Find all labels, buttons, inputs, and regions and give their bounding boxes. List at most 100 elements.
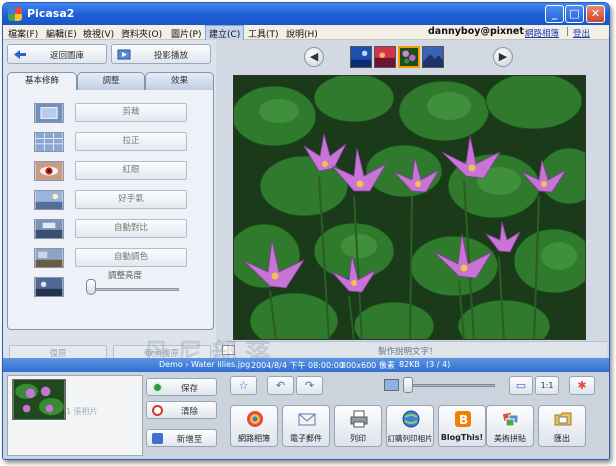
menu-edit[interactable]: 編輯(E)	[43, 26, 80, 41]
straighten-button[interactable]: 拉正	[75, 132, 187, 151]
menu-tools[interactable]: 工具(T)	[245, 26, 282, 41]
photo-position: (3 / 4)	[426, 360, 451, 369]
web-album-link[interactable]: 網路相簿	[525, 27, 559, 39]
right-arrow-icon: ▶	[498, 50, 508, 63]
straighten-icon	[34, 132, 64, 152]
clear-button[interactable]: 清除	[146, 401, 217, 419]
feeling-lucky-icon	[34, 190, 64, 210]
fix-row-auto-color: 自動調色	[8, 246, 215, 270]
printer-icon	[350, 410, 368, 428]
filmstrip-thumb-1[interactable]	[350, 46, 372, 68]
order-prints-action[interactable]: 訂購列印相片	[386, 405, 434, 447]
main-photo[interactable]	[233, 75, 586, 340]
previous-photo-button[interactable]: ◀	[304, 47, 324, 67]
menu-view[interactable]: 檢視(V)	[80, 26, 117, 41]
auto-color-icon	[34, 248, 64, 268]
filmstrip-thumb-2[interactable]	[374, 46, 396, 68]
next-photo-button[interactable]: ▶	[493, 47, 513, 67]
star-button[interactable]: ☆	[230, 376, 257, 395]
menu-help[interactable]: 說明(H)	[283, 26, 321, 41]
window-title: Picasa2	[27, 7, 75, 20]
crop-icon	[34, 103, 64, 123]
slideshow-button[interactable]: 投影播放	[111, 44, 211, 64]
tab-basic-fixes[interactable]: 基本修飾	[7, 72, 77, 91]
svg-text:B: B	[459, 413, 468, 427]
crop-button[interactable]: 剪裁	[75, 103, 187, 122]
menu-folder[interactable]: 資料夾(O)	[118, 26, 165, 41]
minimize-button[interactable]: _	[545, 5, 564, 23]
rotate-left-button[interactable]: ↶	[267, 376, 294, 395]
add-to-button[interactable]: 新增至	[146, 429, 217, 447]
auto-contrast-icon	[34, 219, 64, 239]
photo-tray: 1 張相片 保存 清除 新增至 ☆ ↶ ↷ ▭ 1:1 ✱ 網路相簿 電子郵件 …	[3, 372, 609, 459]
caption-placeholder: 製作說明文字！	[378, 347, 438, 357]
blogthis-action[interactable]: B BlogThis!	[438, 405, 486, 447]
add-to-label: 新增至	[176, 435, 203, 445]
fit-view-button[interactable]: ▭	[509, 376, 533, 395]
blogger-icon: B	[455, 411, 471, 427]
fit-view-icon: ▭	[515, 379, 527, 392]
rotate-right-icon: ↷	[304, 379, 315, 392]
picasa-app-icon	[8, 7, 22, 21]
slideshow-label: 投影播放	[153, 51, 188, 61]
back-to-library-label: 返回圖庫	[49, 51, 84, 61]
web-album-action[interactable]: 網路相簿	[230, 405, 278, 447]
clear-icon	[152, 405, 163, 416]
selection-tray: 1 張相片	[7, 375, 143, 456]
menu-file[interactable]: 檔案(F)	[5, 26, 41, 41]
actual-size-button[interactable]: 1:1	[535, 376, 559, 395]
tray-thumbnail[interactable]	[12, 379, 66, 420]
album-icon	[152, 433, 163, 444]
photo-path: Demo › Water lilies.jpg	[159, 360, 251, 369]
fix-row-red-eye: 紅眼	[8, 159, 215, 183]
menu-picture[interactable]: 圖片(P)	[168, 26, 204, 41]
tab-effects[interactable]: 效果	[145, 72, 214, 90]
water-lilies-image	[234, 76, 585, 339]
photo-dimensions: 800x600 像素	[341, 361, 395, 370]
filmstrip-thumb-3-selected[interactable]	[398, 46, 420, 68]
email-action[interactable]: 電子郵件	[282, 405, 330, 447]
edit-panel: 返回圖庫 投影播放 基本修飾 調整 效果 剪裁 拉正 紅眼 好手氣 自動對比 自…	[3, 40, 216, 363]
photo-date: 2004/8/4 下午 08:00:00	[251, 361, 344, 370]
red-eye-button[interactable]: 紅眼	[75, 161, 187, 180]
hold-button[interactable]: 保存	[146, 378, 217, 396]
collage-action-label: 美術拼貼	[494, 434, 526, 443]
left-arrow-icon: ◀	[309, 50, 319, 63]
photo-info-bar: Demo › Water lilies.jpg 2004/8/4 下午 08:0…	[3, 358, 609, 372]
clear-label: 清除	[180, 407, 198, 417]
feeling-lucky-button[interactable]: 好手氣	[75, 190, 187, 209]
print-action[interactable]: 列印	[334, 405, 382, 447]
picasa-logo-icon: ✱	[577, 379, 587, 392]
blogthis-action-label: BlogThis!	[440, 433, 484, 442]
auto-color-button[interactable]: 自動調色	[75, 248, 187, 267]
export-action-label: 匯出	[554, 434, 570, 443]
rotate-left-icon: ↶	[275, 379, 286, 392]
zoom-slider-thumb[interactable]	[403, 377, 413, 393]
fix-row-straighten: 拉正	[8, 130, 215, 154]
export-folder-icon	[554, 412, 572, 426]
back-arrow-icon	[14, 50, 26, 59]
fix-row-feeling-lucky: 好手氣	[8, 188, 215, 212]
menu-bar: 檔案(F) 編輯(E) 檢視(V) 資料夾(O) 圖片(P) 建立(C) 工具(…	[3, 25, 609, 42]
fill-light-slider-thumb[interactable]	[86, 279, 96, 295]
logout-link[interactable]: 登出	[573, 27, 590, 39]
web-album-action-label: 網路相簿	[238, 434, 270, 443]
globe-icon	[402, 410, 420, 428]
fill-light-slider-track[interactable]	[91, 288, 179, 291]
close-button[interactable]: ✕	[586, 5, 605, 23]
export-action[interactable]: 匯出	[538, 405, 586, 447]
photo-viewer: ◀ ▶ 製作說明文字！	[216, 40, 609, 358]
filmstrip-thumb-4[interactable]	[422, 46, 444, 68]
zoom-slider-track[interactable]	[408, 384, 495, 387]
zoom-icon	[384, 379, 399, 391]
fix-row-crop: 剪裁	[8, 101, 215, 125]
slideshow-icon	[117, 49, 131, 60]
rotate-right-button[interactable]: ↷	[296, 376, 323, 395]
picasa-color-button[interactable]: ✱	[569, 376, 595, 395]
order-prints-action-label: 訂購列印相片	[387, 434, 433, 443]
auto-contrast-button[interactable]: 自動對比	[75, 219, 187, 238]
back-to-library-button[interactable]: 返回圖庫	[7, 44, 107, 64]
maximize-button[interactable]: □	[565, 5, 584, 23]
collage-action[interactable]: 美術拼貼	[486, 405, 534, 447]
tab-tuning[interactable]: 調整	[77, 72, 145, 90]
